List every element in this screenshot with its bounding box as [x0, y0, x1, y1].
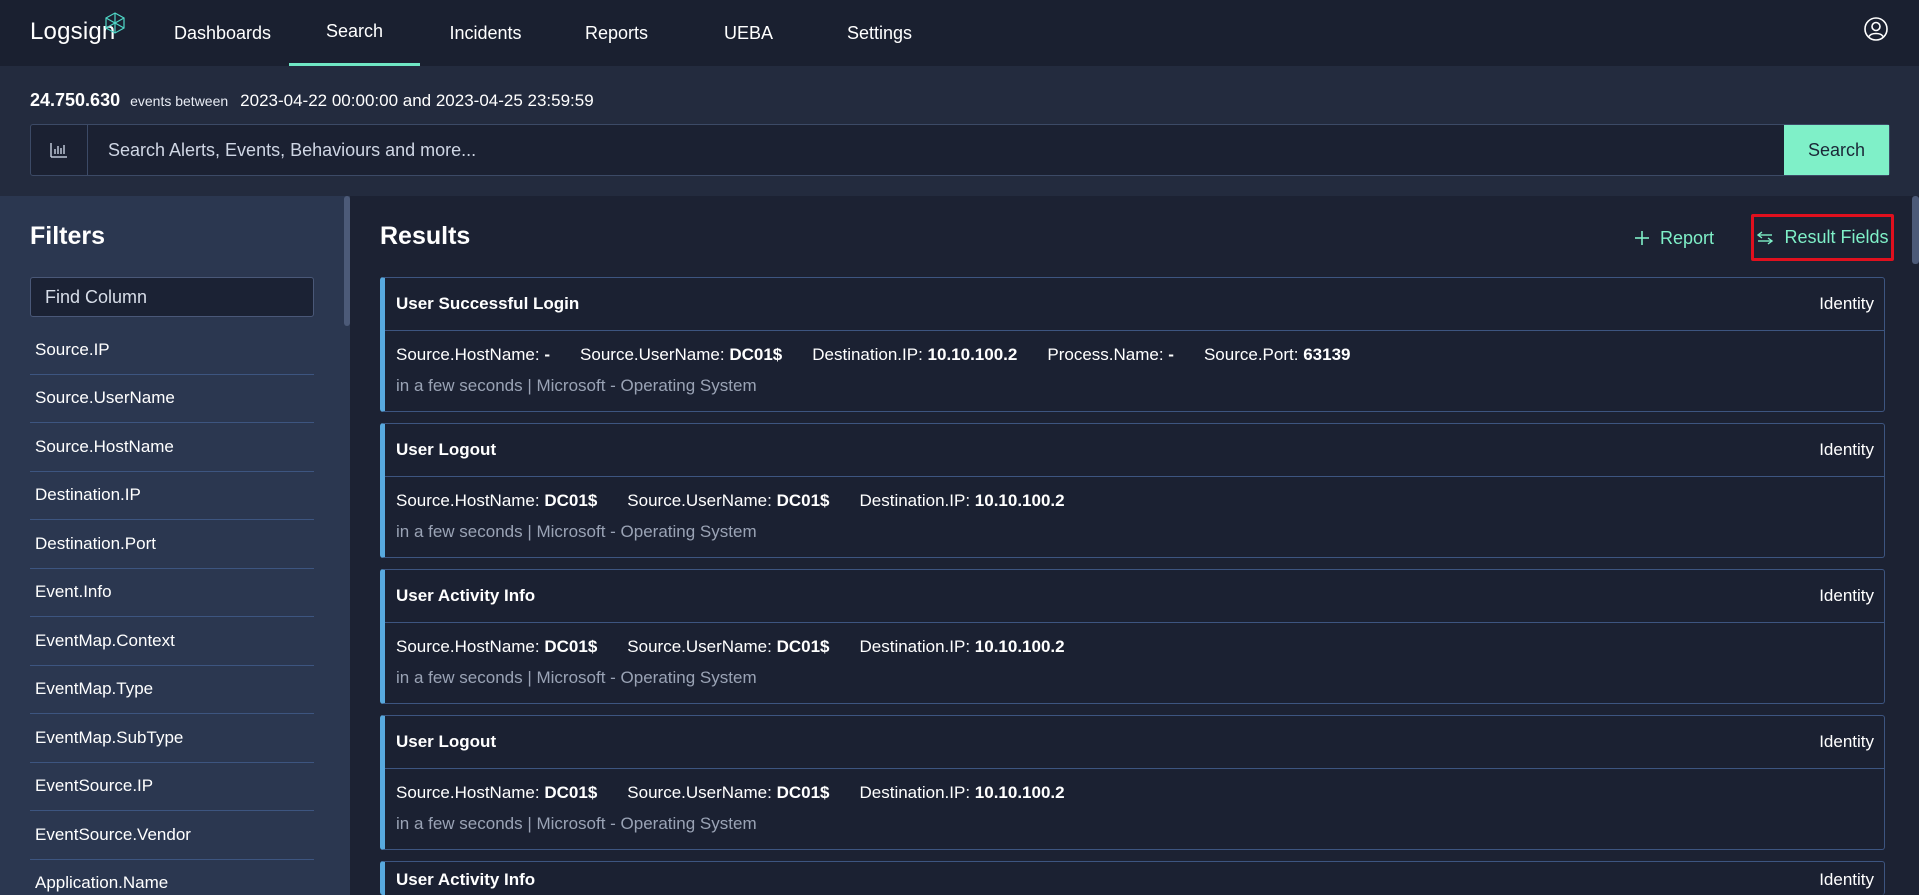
histogram-toggle-button[interactable] — [31, 125, 88, 175]
filter-item[interactable]: EventSource.IP — [30, 763, 314, 811]
page-scrollbar[interactable] — [1912, 196, 1919, 264]
result-field: Source.UserName: DC01$ — [627, 637, 830, 656]
result-field: Source.HostName: DC01$ — [396, 491, 598, 510]
filter-item[interactable]: Source.IP — [30, 326, 314, 375]
result-field: Process.Name: - — [1047, 345, 1174, 364]
filter-item[interactable]: EventMap.Context — [30, 617, 314, 666]
result-card[interactable]: User Activity Info Identity Source.HostN… — [380, 569, 1885, 704]
events-summary: 24.750.630 events between 2023-04-22 00:… — [30, 90, 594, 111]
nav-search[interactable]: Search — [289, 0, 420, 66]
result-field: Destination.IP: 10.10.100.2 — [859, 783, 1065, 802]
date-range[interactable]: 2023-04-22 00:00:00 and 2023-04-25 23:59… — [240, 91, 594, 111]
result-title: User Successful Login — [396, 294, 580, 313]
filter-item[interactable]: Destination.Port — [30, 520, 314, 569]
filters-title: Filters — [30, 222, 106, 250]
report-button[interactable]: Report — [1634, 225, 1714, 251]
filter-item[interactable]: Application.Name — [30, 860, 314, 895]
search-button[interactable]: Search — [1784, 125, 1889, 175]
nav-reports[interactable]: Reports — [551, 0, 682, 66]
filter-item[interactable]: Source.UserName — [30, 375, 314, 423]
result-meta: in a few seconds | Microsoft - Operating… — [396, 668, 757, 687]
bar-chart-icon — [50, 143, 67, 158]
result-category: Identity — [1819, 440, 1874, 459]
result-category: Identity — [1819, 870, 1874, 889]
result-field: Source.UserName: DC01$ — [627, 783, 830, 802]
sidebar-scrollbar[interactable] — [344, 196, 350, 326]
nav-incidents[interactable]: Incidents — [420, 0, 551, 66]
filter-list: Source.IP Source.UserName Source.HostNam… — [30, 326, 314, 895]
event-count: 24.750.630 — [30, 90, 121, 110]
result-card[interactable]: User Activity Info Identity — [380, 861, 1885, 895]
result-card[interactable]: User Logout Identity Source.HostName: DC… — [380, 715, 1885, 850]
result-card-header: User Successful Login Identity — [385, 278, 1884, 331]
result-category: Identity — [1819, 586, 1874, 605]
result-field: Source.HostName: DC01$ — [396, 637, 598, 656]
result-title: User Logout — [396, 440, 497, 459]
result-card-header: User Activity Info Identity — [385, 570, 1884, 623]
swap-arrows-icon — [1757, 230, 1774, 245]
result-card[interactable]: User Logout Identity Source.HostName: DC… — [380, 423, 1885, 558]
nav-settings[interactable]: Settings — [814, 0, 945, 66]
result-title: User Activity Info — [396, 586, 536, 605]
result-field: Source.UserName: DC01$ — [627, 491, 830, 510]
logo[interactable]: Logsign — [30, 12, 125, 50]
top-nav: Logsign Dashboards Search Incidents Repo… — [0, 0, 1919, 66]
result-fields: Source.HostName: DC01$ Source.UserName: … — [385, 769, 1884, 807]
result-field: Source.Port: 63139 — [1203, 345, 1351, 364]
result-fields: Source.HostName: DC01$ Source.UserName: … — [385, 477, 1884, 515]
filter-item[interactable]: Event.Info — [30, 569, 314, 617]
filter-item[interactable]: Destination.IP — [30, 472, 314, 520]
search-header: 24.750.630 events between 2023-04-22 00:… — [0, 66, 1919, 196]
events-between-label: events between — [130, 93, 229, 109]
result-category: Identity — [1819, 732, 1874, 751]
result-fields: Source.HostName: DC01$ Source.UserName: … — [385, 623, 1884, 661]
result-fields-button[interactable]: Result Fields — [1751, 214, 1894, 261]
result-field: Source.UserName: DC01$ — [580, 345, 783, 364]
result-title: User Activity Info — [396, 870, 536, 889]
nav-dashboards[interactable]: Dashboards — [157, 0, 288, 66]
filter-item[interactable]: EventMap.Type — [30, 666, 314, 714]
logo-text: Logsign — [30, 18, 116, 45]
result-category: Identity — [1819, 294, 1874, 313]
result-card-header: User Logout Identity — [385, 424, 1884, 477]
result-field: Source.HostName: - — [396, 345, 551, 364]
results-title: Results — [380, 222, 471, 250]
result-card-header: User Activity Info Identity — [385, 862, 1884, 895]
report-label: Report — [1660, 227, 1715, 248]
filter-item[interactable]: EventMap.SubType — [30, 714, 314, 763]
nav-ueba[interactable]: UEBA — [683, 0, 814, 66]
result-card-header: User Logout Identity — [385, 716, 1884, 769]
result-meta: in a few seconds | Microsoft - Operating… — [396, 376, 757, 395]
result-field: Destination.IP: 10.10.100.2 — [859, 491, 1065, 510]
search-input[interactable] — [88, 125, 1784, 175]
result-field: Destination.IP: 10.10.100.2 — [859, 637, 1065, 656]
result-title: User Logout — [396, 732, 497, 751]
user-account-icon[interactable] — [1863, 16, 1889, 42]
result-meta: in a few seconds | Microsoft - Operating… — [396, 814, 757, 833]
result-field: Destination.IP: 10.10.100.2 — [812, 345, 1018, 364]
result-field: Source.HostName: DC01$ — [396, 783, 598, 802]
result-meta: in a few seconds | Microsoft - Operating… — [396, 522, 757, 541]
result-fields-label: Result Fields — [1784, 227, 1889, 247]
logo-network-icon — [105, 12, 125, 34]
find-column-input[interactable] — [30, 277, 314, 317]
result-fields: Source.HostName: - Source.UserName: DC01… — [385, 331, 1884, 369]
search-bar: Search — [30, 124, 1890, 176]
plus-icon — [1635, 231, 1649, 245]
filter-item[interactable]: Source.HostName — [30, 423, 314, 472]
result-card[interactable]: User Successful Login Identity Source.Ho… — [380, 277, 1885, 412]
filter-item[interactable]: EventSource.Vendor — [30, 811, 314, 860]
